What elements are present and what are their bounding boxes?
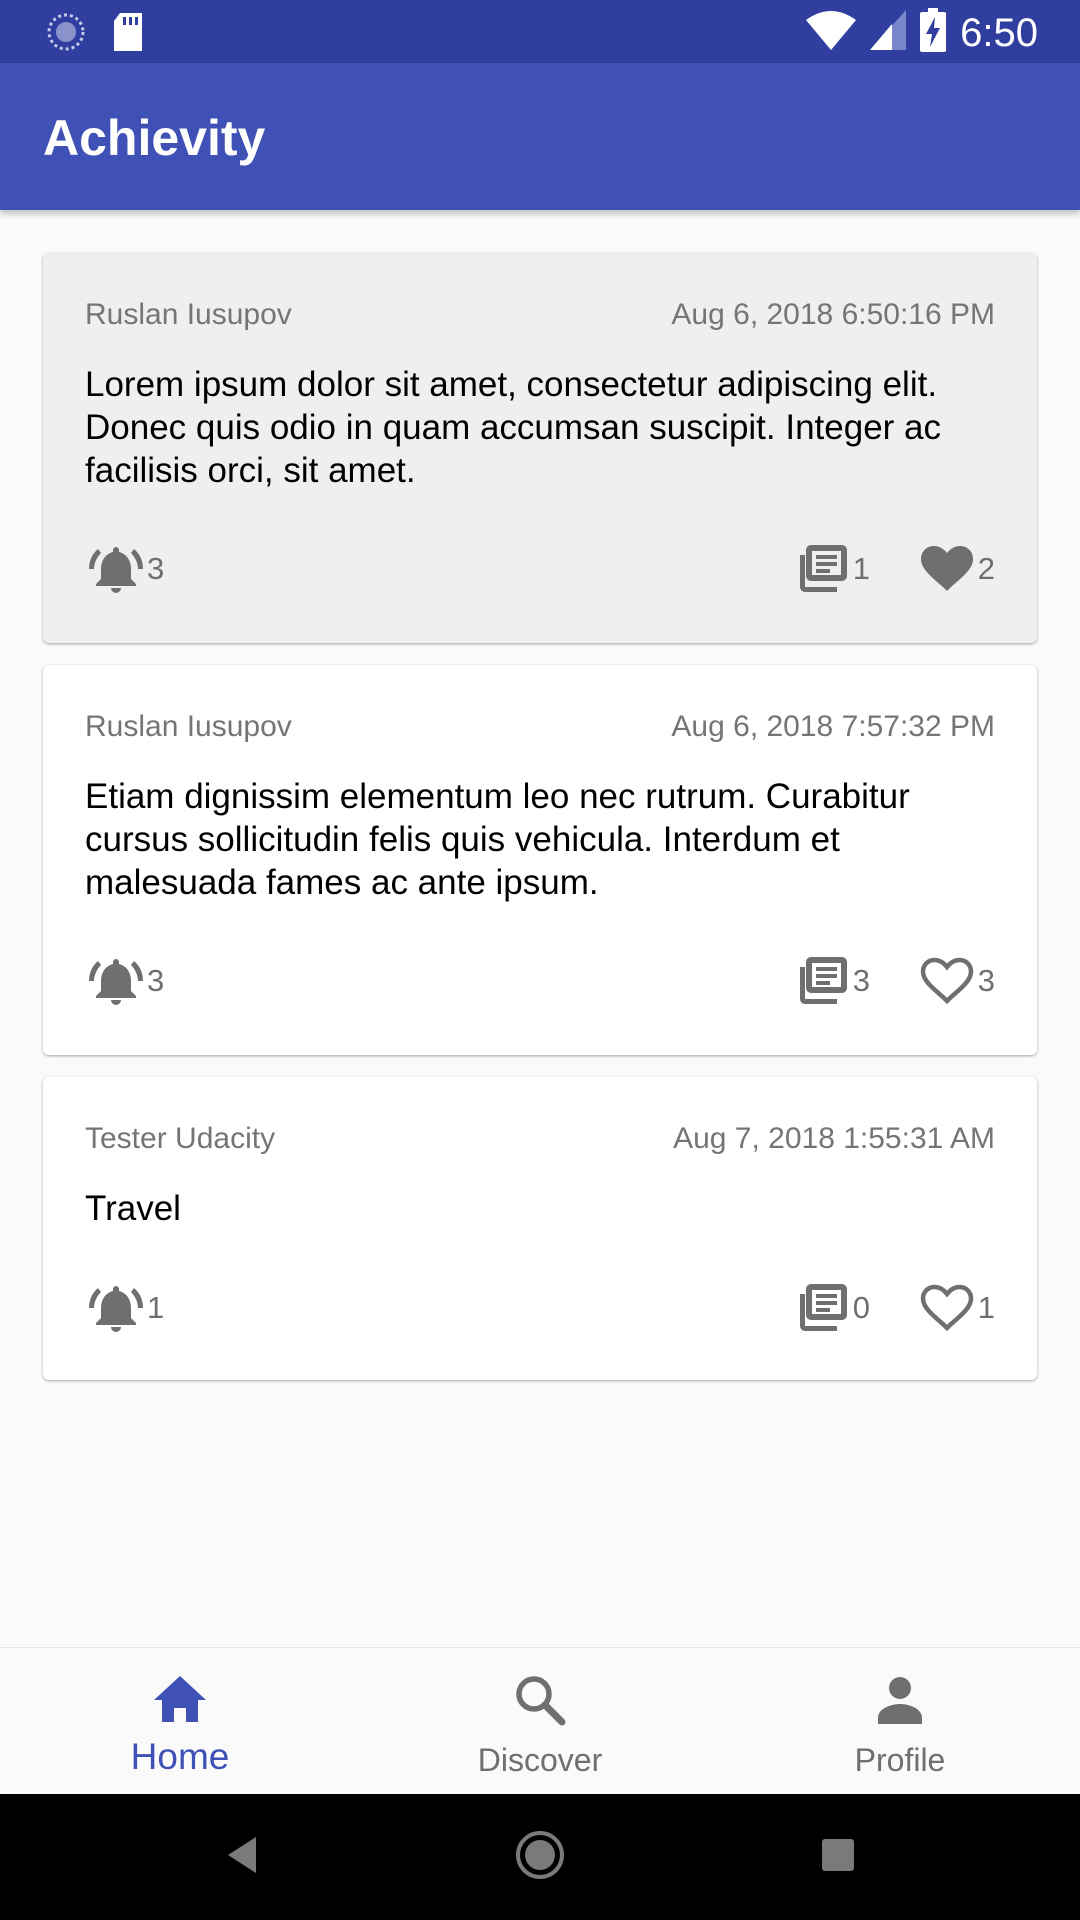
reminder-count: 1 bbox=[147, 1290, 165, 1325]
reminder-count: 3 bbox=[147, 963, 165, 998]
card-actions: 3 3 3 bbox=[85, 953, 995, 1009]
sd-card-icon bbox=[112, 13, 144, 56]
achievement-feed: Ruslan Iusupov Aug 6, 2018 6:50:16 PM Lo… bbox=[43, 253, 1037, 1402]
home-icon bbox=[150, 1670, 210, 1730]
recents-square-icon bbox=[820, 1837, 856, 1878]
library-books-icon bbox=[795, 1280, 851, 1336]
recents-button[interactable] bbox=[778, 1794, 898, 1920]
achievement-card[interactable]: Ruslan Iusupov Aug 6, 2018 6:50:16 PM Lo… bbox=[43, 253, 1037, 643]
app-title: Achievity bbox=[43, 110, 266, 166]
author-name: Ruslan Iusupov bbox=[85, 298, 292, 331]
heart-filled-icon bbox=[918, 541, 976, 597]
posts-button[interactable]: 0 bbox=[795, 1280, 870, 1336]
achievement-text: Etiam dignissim elementum leo nec rutrum… bbox=[85, 777, 910, 902]
like-button[interactable]: 1 bbox=[918, 1280, 995, 1336]
posts-button[interactable]: 1 bbox=[795, 541, 870, 597]
bottom-navigation: Home Discover Profile bbox=[0, 1647, 1080, 1795]
author-name: Ruslan Iusupov bbox=[85, 710, 292, 743]
library-books-icon bbox=[795, 953, 851, 1009]
status-time: 6:50 bbox=[960, 10, 1038, 55]
likes-count: 2 bbox=[977, 551, 995, 586]
home-button[interactable] bbox=[480, 1794, 600, 1920]
back-button[interactable] bbox=[182, 1794, 302, 1920]
achievement-text: Travel bbox=[85, 1189, 181, 1228]
library-books-icon bbox=[795, 541, 851, 597]
heart-outline-icon bbox=[918, 1280, 976, 1336]
status-bar: 6:50 bbox=[0, 0, 1080, 63]
nav-discover-label: Discover bbox=[477, 1742, 603, 1778]
back-triangle-icon bbox=[222, 1833, 262, 1882]
posts-button[interactable]: 3 bbox=[795, 953, 870, 1009]
timestamp: Aug 6, 2018 6:50:16 PM bbox=[671, 298, 995, 331]
sync-icon bbox=[46, 12, 86, 57]
bell-ring-icon bbox=[87, 953, 145, 1009]
nav-home-label: Home bbox=[130, 1736, 230, 1777]
timestamp: Aug 7, 2018 1:55:31 AM bbox=[673, 1122, 995, 1155]
wifi-icon bbox=[806, 10, 857, 55]
bell-ring-icon bbox=[87, 1280, 145, 1336]
home-circle-icon bbox=[514, 1829, 566, 1886]
reminder-button[interactable]: 3 bbox=[87, 953, 164, 1009]
nav-home[interactable]: Home bbox=[0, 1648, 360, 1795]
battery-charging-icon bbox=[920, 8, 947, 57]
nav-profile[interactable]: Profile bbox=[720, 1648, 1080, 1795]
card-actions: 3 1 2 bbox=[85, 541, 995, 597]
nav-discover[interactable]: Discover bbox=[360, 1648, 720, 1795]
search-icon bbox=[510, 1670, 570, 1730]
timestamp: Aug 6, 2018 7:57:32 PM bbox=[671, 710, 995, 743]
system-navigation-bar bbox=[0, 1794, 1080, 1920]
person-icon bbox=[870, 1670, 930, 1730]
app-bar: Achievity bbox=[0, 63, 1080, 210]
reminder-count: 3 bbox=[147, 551, 165, 586]
card-actions: 1 0 1 bbox=[85, 1280, 995, 1336]
like-button[interactable]: 2 bbox=[918, 541, 995, 597]
likes-count: 1 bbox=[977, 1290, 995, 1325]
reminder-button[interactable]: 3 bbox=[87, 541, 164, 597]
heart-outline-icon bbox=[918, 953, 976, 1009]
cell-signal-icon bbox=[870, 10, 907, 55]
bell-ring-icon bbox=[87, 541, 145, 597]
likes-count: 3 bbox=[977, 963, 995, 998]
posts-count: 0 bbox=[852, 1290, 870, 1325]
posts-count: 3 bbox=[852, 963, 870, 998]
posts-count: 1 bbox=[852, 551, 870, 586]
nav-profile-label: Profile bbox=[854, 1742, 946, 1778]
achievement-text: Lorem ipsum dolor sit amet, consectetur … bbox=[85, 365, 942, 490]
achievement-card[interactable]: Tester Udacity Aug 7, 2018 1:55:31 AM Tr… bbox=[43, 1077, 1037, 1380]
achievement-card[interactable]: Ruslan Iusupov Aug 6, 2018 7:57:32 PM Et… bbox=[43, 665, 1037, 1055]
author-name: Tester Udacity bbox=[85, 1122, 276, 1155]
reminder-button[interactable]: 1 bbox=[87, 1280, 164, 1336]
like-button[interactable]: 3 bbox=[918, 953, 995, 1009]
